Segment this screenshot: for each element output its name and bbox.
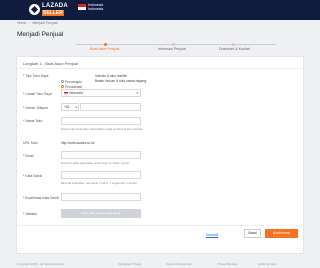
logo-subtext: SELLER [42, 10, 64, 16]
indonesia-flag-icon[interactable] [78, 4, 86, 10]
footer-link-help[interactable]: Pusat Bantuan [218, 262, 238, 266]
page-title: Menjadi Penjual [17, 31, 64, 38]
seller-type-label: * Tipe Toko Saya [23, 74, 49, 78]
email-label: * Email [23, 154, 34, 158]
location-select[interactable]: Indonesia ▾ [61, 89, 141, 97]
phone-label: * Nomor Telepon [23, 106, 49, 110]
seller-type-option1-hint: Individu & toko reseller [95, 74, 128, 78]
step-3-label: Dokumen & Kontak [219, 47, 250, 51]
footer-link-privacy[interactable]: Kebijakan Privasi [118, 262, 141, 266]
progress-steps: Buat Akun Penjual Informasi Penjual Doku… [60, 43, 290, 52]
lazada-logo-icon [29, 4, 40, 15]
email-hint: Email ini akan digunakan untuk login ke … [61, 161, 130, 165]
footer-link-terms[interactable]: Syarat & Ketentuan [166, 262, 192, 266]
lazada-logo[interactable]: LAZADA SELLER [29, 2, 75, 18]
step-1-dot [104, 43, 107, 46]
cancel-button[interactable]: Batal [244, 229, 261, 238]
signup-form-card: Langkah 1 - Buat Akun Penjual * Tipe Tok… [16, 56, 304, 254]
location-label: * Lokasi Toko Saya [23, 92, 52, 96]
country-selector[interactable]: Indonesia Indonesia [88, 3, 103, 11]
chevron-down-icon: ▾ [136, 91, 138, 95]
phone-input[interactable] [80, 103, 141, 111]
footer-link-contact[interactable]: Hubungi Kami [258, 262, 277, 266]
form-divider [17, 68, 303, 69]
shop-name-label: * Nama Toko [23, 119, 43, 123]
form-footer-divider [17, 225, 303, 226]
step-3-dot [232, 43, 235, 46]
page-footer: Copyright 2018 - All rights reserved Keb… [0, 259, 320, 268]
chevron-down-icon: ▾ [75, 105, 77, 109]
step-2-label: Informasi Penjual [158, 47, 186, 51]
breadcrumb-current: Menjadi Penjual [32, 21, 58, 25]
top-header: LAZADA SELLER Indonesia Indonesia [0, 0, 320, 20]
seller-type-option2-hint: Badan Hukum & toko usaha dagang [95, 79, 147, 83]
phone-prefix-select[interactable]: +62 ▾ [61, 103, 79, 111]
breadcrumb: Home › Menjadi Penjual [17, 21, 58, 25]
form-title: Langkah 1 - Buat Akun Penjual [23, 61, 78, 66]
breadcrumb-home[interactable]: Home [17, 21, 26, 25]
back-link[interactable]: Kembali [206, 233, 218, 237]
confirm-password-label: * Konfirmasi Kata Sandi [23, 196, 59, 200]
captcha-label: * Validasi [23, 212, 37, 216]
captcha-slider[interactable]: Tahan dan tarik ke arah kanan [61, 209, 141, 218]
url-value: http://www.lazada.co.id/ [61, 141, 95, 145]
email-input[interactable] [61, 151, 141, 159]
confirm-password-input[interactable] [61, 193, 141, 201]
confirm-button[interactable]: Konfirmasi [265, 229, 298, 238]
password-hint: Minimal 6 karakter, termasuk 1 huruf, 1 … [61, 181, 137, 185]
radio-company[interactable] [61, 85, 64, 89]
url-label: URL Toko [23, 141, 38, 145]
step-1-label: Buat Akun Penjual [90, 47, 120, 51]
shop-name-input[interactable] [61, 117, 141, 125]
shop-name-hint: Nama toko Anda akan ditampilkan pada pem… [61, 127, 143, 131]
password-label: * Kata Sandi [23, 174, 42, 178]
copyright-text: Copyright 2018 - All rights reserved [17, 262, 64, 266]
logo-text: LAZADA [42, 3, 68, 9]
step-2-dot [172, 43, 175, 46]
password-input[interactable] [61, 171, 141, 179]
location-flag-icon [64, 91, 68, 95]
